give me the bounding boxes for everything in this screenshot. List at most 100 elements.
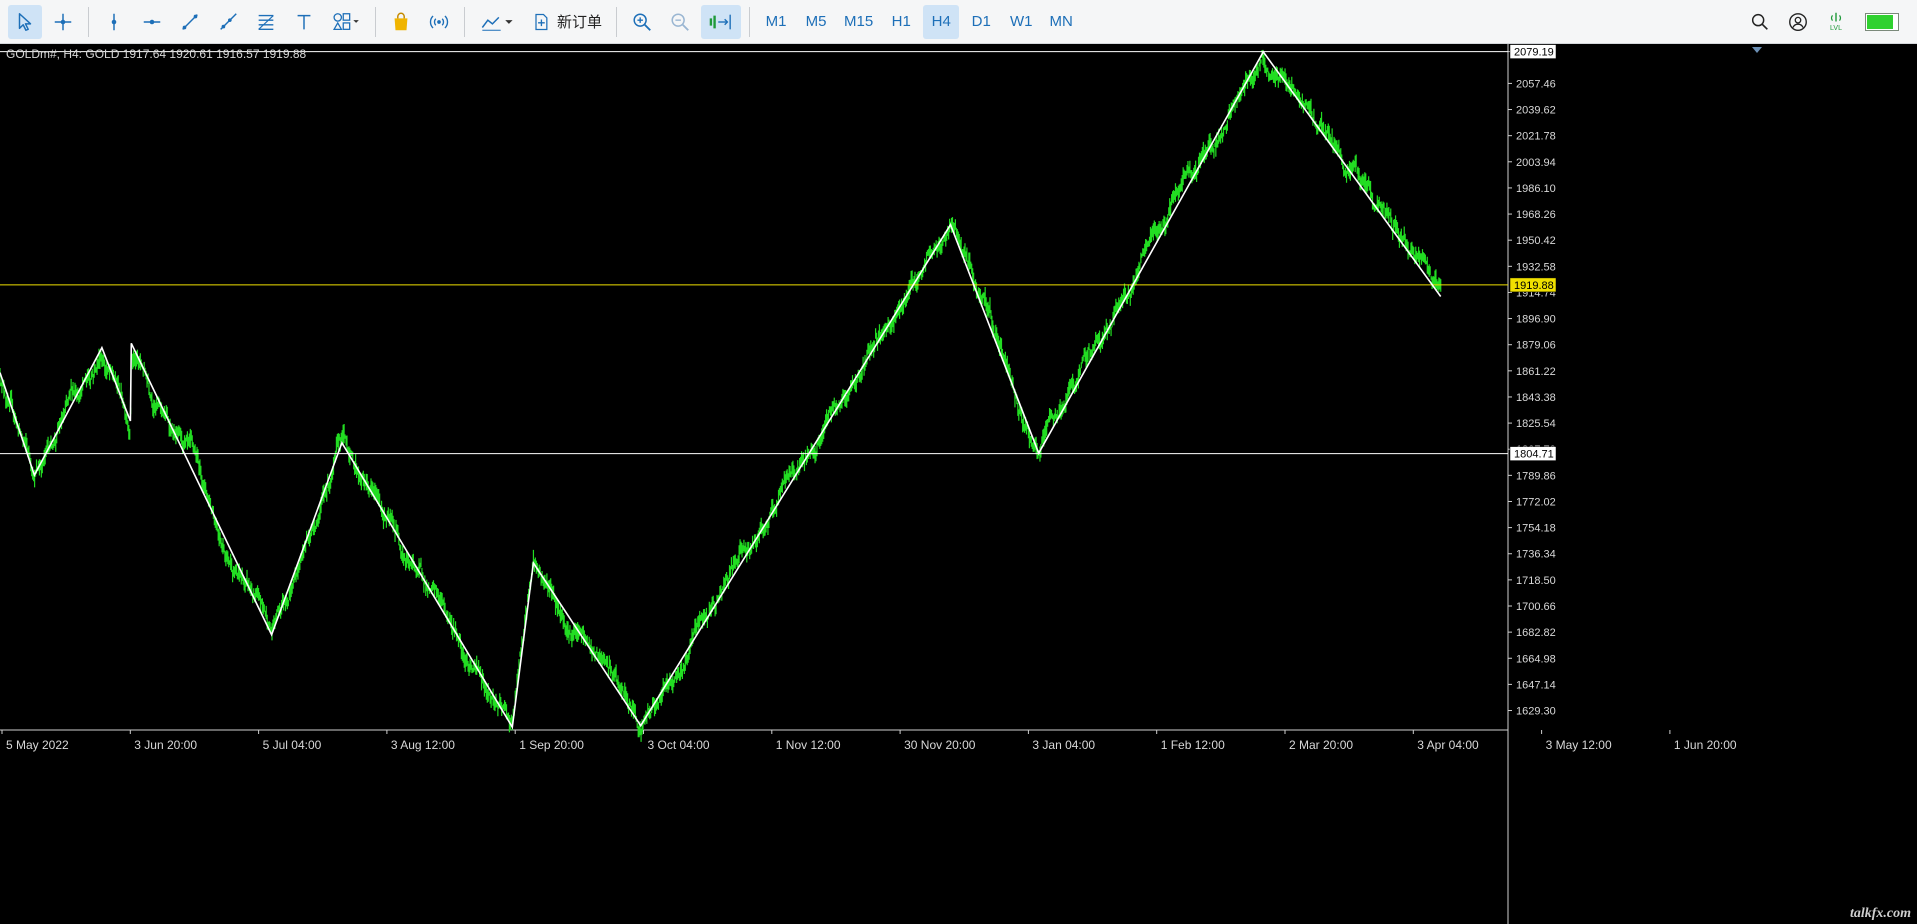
- fibonacci-tool-button[interactable]: [249, 5, 283, 39]
- level-signal-icon: [1831, 12, 1841, 21]
- x-tick-label: 1 Jun 20:00: [1674, 738, 1737, 752]
- crosshair-tool-button[interactable]: [46, 5, 80, 39]
- x-tick-label: 3 May 12:00: [1546, 738, 1612, 752]
- y-tick-label: 1647.14: [1516, 679, 1556, 691]
- x-tick-label: 30 Nov 20:00: [904, 738, 976, 752]
- y-tick-label: 1861.22: [1516, 366, 1556, 378]
- level-meter-fill: [1867, 14, 1893, 29]
- price-label: 1804.71: [1514, 449, 1554, 461]
- x-tick-label: 1 Sep 20:00: [519, 738, 584, 752]
- bid-price-label: 1919.88: [1514, 280, 1554, 292]
- timeframe-group: M1 M5 M15 H1 H4 D1 W1 MN: [756, 4, 1081, 39]
- y-tick-label: 1682.82: [1516, 627, 1556, 639]
- vertical-line-tool-button[interactable]: [97, 5, 131, 39]
- timeframe-m1-button[interactable]: M1: [758, 5, 794, 39]
- cursor-arrow-icon: [18, 12, 32, 31]
- timeframe-h1-button[interactable]: H1: [883, 5, 919, 39]
- y-tick-label: 2003.94: [1516, 157, 1556, 169]
- y-tick-label: 1664.98: [1516, 653, 1556, 665]
- y-tick-label: 2039.62: [1516, 105, 1556, 117]
- new-order-label: 新订单: [557, 14, 603, 31]
- chart-shift-marker-icon: [1752, 47, 1762, 53]
- candles-series: [0, 49, 1442, 742]
- timeframe-m5-button[interactable]: M5: [798, 5, 834, 39]
- toolbar-separator: [88, 6, 89, 37]
- y-tick-label: 1932.58: [1516, 261, 1556, 273]
- indicators-dropdown-button[interactable]: [473, 5, 521, 39]
- price-label: 2079.19: [1514, 47, 1554, 59]
- timeframe-w1-button[interactable]: W1: [1003, 5, 1039, 39]
- chart-symbol-info: GOLDm#, H4: GOLD 1917.64 1920.61 1916.57…: [6, 47, 307, 61]
- vertical-line-icon: [111, 13, 117, 30]
- x-tick-label: 5 Jul 04:00: [263, 738, 322, 752]
- y-tick-label: 1825.54: [1516, 418, 1556, 430]
- search-button[interactable]: [1743, 5, 1777, 39]
- y-tick-label: 1879.06: [1516, 340, 1556, 352]
- algo-trading-button[interactable]: [384, 5, 418, 39]
- trend-line-tool-button[interactable]: [173, 5, 207, 39]
- indicator-chart-icon: [481, 16, 513, 31]
- horizontal-line-tool-button[interactable]: [135, 5, 169, 39]
- shopping-bag-icon: [394, 12, 408, 30]
- x-tick-label: 3 Apr 04:00: [1417, 738, 1479, 752]
- fibonacci-icon: [258, 14, 274, 30]
- y-tick-label: 1843.38: [1516, 392, 1556, 404]
- watermark: talkfx.com: [1849, 906, 1911, 921]
- cursor-tool-button[interactable]: [8, 4, 42, 39]
- signals-button[interactable]: [422, 5, 456, 39]
- shapes-tool-button[interactable]: [325, 5, 367, 39]
- x-tick-label: 3 Aug 12:00: [391, 738, 455, 752]
- y-tick-label: 1789.86: [1516, 470, 1556, 482]
- zoom-out-button[interactable]: [663, 5, 697, 39]
- account-button[interactable]: [1781, 5, 1815, 39]
- level-label: LVL: [1830, 24, 1842, 32]
- horizontal-line-icon: [143, 19, 161, 24]
- x-tick-label: 1 Feb 12:00: [1161, 738, 1225, 752]
- y-tick-label: 1754.18: [1516, 523, 1556, 535]
- y-tick-label: 1718.50: [1516, 575, 1556, 587]
- y-tick-label: 1772.02: [1516, 496, 1556, 508]
- text-tool-button[interactable]: [287, 5, 321, 39]
- timeframe-mn-button[interactable]: MN: [1043, 5, 1079, 39]
- x-tick-label: 1 Nov 12:00: [776, 738, 841, 752]
- zoom-in-icon: [633, 12, 651, 31]
- timeframe-d1-button[interactable]: D1: [963, 5, 999, 39]
- level-indicator-button[interactable]: LVL: [1819, 5, 1853, 39]
- search-icon: [1751, 13, 1768, 30]
- ray-icon: [220, 12, 237, 30]
- price-chart[interactable]: 2079.19 2057.46 2039.62 2021.78 2003.94 1986.…: [0, 44, 1917, 924]
- ray-tool-button[interactable]: [211, 5, 245, 39]
- chart-shift-button[interactable]: [701, 4, 742, 39]
- y-tick-label: 1950.42: [1516, 235, 1556, 247]
- chart-area[interactable]: 2079.19 2057.46 2039.62 2021.78 2003.94 1986.…: [0, 44, 1917, 924]
- toolbar: 新订单 M1 M5 M15 H1 H4 D1 W1 MN LVL: [0, 0, 1917, 44]
- y-tick-label: 2057.46: [1516, 78, 1556, 90]
- trend-line-icon: [182, 13, 198, 30]
- y-tick-label: 1896.90: [1516, 314, 1556, 326]
- x-tick-label: 3 Jun 20:00: [134, 738, 197, 752]
- timeframe-h4-button[interactable]: H4: [923, 4, 960, 39]
- new-order-icon: [535, 13, 548, 30]
- y-tick-label: 2021.78: [1516, 131, 1556, 143]
- level-meter: [1865, 12, 1899, 31]
- toolbar-right: LVL: [1741, 5, 1917, 39]
- y-tick-label: 1736.34: [1516, 549, 1556, 561]
- toolbar-separator: [375, 6, 376, 37]
- y-tick-label: 1700.66: [1516, 601, 1556, 613]
- zigzag-line: [0, 50, 1442, 730]
- zoom-out-icon: [671, 12, 689, 31]
- shapes-icon: [332, 12, 359, 30]
- new-order-button[interactable]: 新订单: [525, 5, 608, 39]
- toolbar-separator: [464, 6, 465, 37]
- x-tick-label: 3 Oct 04:00: [648, 738, 710, 752]
- zoom-in-button[interactable]: [625, 5, 659, 39]
- toolbar-separator: [616, 6, 618, 37]
- x-tick-label: 3 Jan 04:00: [1032, 738, 1095, 752]
- x-tick-label: 2 Mar 20:00: [1289, 738, 1353, 752]
- timeframe-m15-button[interactable]: M15: [838, 5, 879, 39]
- signal-broadcast-icon: [429, 15, 449, 28]
- x-tick-label: 5 May 2022: [6, 738, 69, 752]
- user-account-icon: [1789, 12, 1807, 31]
- y-tick-label: 1986.10: [1516, 183, 1556, 195]
- crosshair-icon: [54, 13, 72, 30]
